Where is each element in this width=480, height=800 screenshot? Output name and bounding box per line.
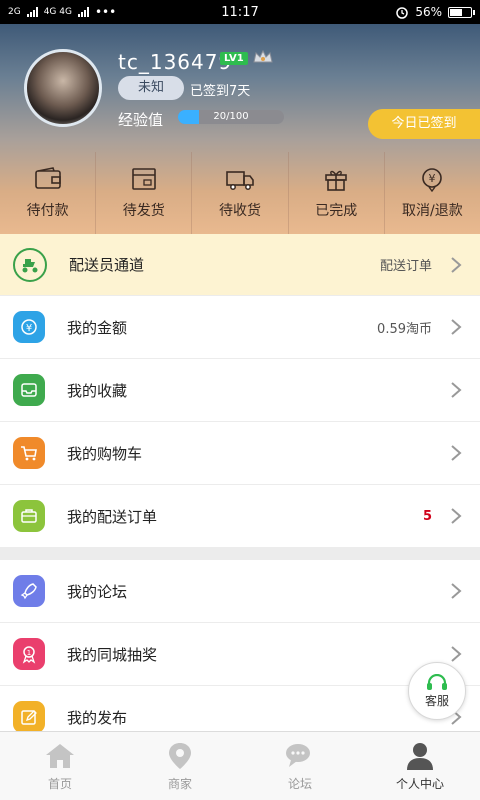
customer-service-button[interactable]: 客服 (408, 662, 466, 720)
tab-forum[interactable]: 论坛 (240, 732, 360, 800)
profile-header: tc_136479 LV1 未知 已签到7天 经验值 20/100 今日已签到 … (0, 24, 480, 234)
order-label: 待发货 (122, 203, 165, 219)
tab-label: 个人中心 (395, 776, 444, 791)
chevron-right-icon (451, 445, 462, 461)
chevron-right-icon (451, 583, 462, 599)
order-refund[interactable]: ¥ 取消/退款 (385, 152, 480, 234)
exp-progress-text: 20/100 (213, 111, 249, 122)
truck-icon (226, 171, 254, 190)
favorites-label: 我的收藏 (67, 381, 128, 400)
gender-badge: 未知 (118, 76, 184, 100)
posts-label: 我的发布 (67, 708, 128, 727)
order-label: 待收货 (219, 203, 261, 219)
rocket-icon (13, 575, 45, 607)
balance-label: 我的金额 (67, 318, 128, 337)
exp-progress-bar: 20/100 (178, 110, 284, 124)
chevron-right-icon (451, 319, 462, 335)
wallet-icon (34, 167, 61, 189)
order-label: 取消/退款 (402, 203, 463, 219)
delivery-orders-row[interactable]: 我的配送订单 5 (0, 485, 480, 548)
clock: 11:17 (221, 4, 259, 20)
order-label: 待付款 (26, 203, 69, 219)
favorites-row[interactable]: 我的收藏 (0, 359, 480, 422)
level-badge: LV1 (220, 52, 248, 65)
order-label: 已完成 (315, 203, 358, 219)
order-status-bar: 待付款 待发货 待收货 已完成 ¥ 取消/退款 (0, 152, 480, 234)
lottery-label: 我的同城抽奖 (67, 645, 158, 664)
courier-channel-label: 配送员通道 (69, 256, 145, 274)
package-icon (131, 168, 156, 190)
crown-icon (253, 49, 273, 63)
signed-days: 已签到7天 (190, 84, 251, 99)
coin-icon: ¥ (13, 311, 45, 343)
cart-row[interactable]: 我的购物车 (0, 422, 480, 485)
chevron-right-icon (451, 382, 462, 398)
chevron-right-icon (451, 256, 462, 273)
order-completed[interactable]: 已完成 (289, 152, 385, 234)
lottery-row[interactable]: 1 我的同城抽奖 (0, 623, 480, 686)
section-divider (0, 548, 480, 560)
forum-row[interactable]: 我的论坛 (0, 560, 480, 623)
screen: 2G 4G 4G ••• 11:17 56% tc_136479 LV1 未知 … (0, 0, 480, 800)
svg-text:¥: ¥ (26, 323, 32, 334)
balance-row[interactable]: ¥ 我的金额 0.59淘币 (0, 296, 480, 359)
gift-icon (325, 170, 348, 191)
inbox-icon (13, 374, 45, 406)
person-icon (407, 742, 433, 770)
svg-text:1: 1 (27, 649, 31, 657)
chat-icon (286, 743, 310, 767)
username: tc_136479 (118, 50, 233, 74)
home-icon (46, 743, 74, 768)
courier-orders-text: 配送订单 (379, 259, 432, 274)
signin-button[interactable]: 今日已签到 (368, 109, 480, 139)
delivery-orders-count: 5 (422, 508, 432, 524)
svg-text:¥: ¥ (429, 172, 436, 185)
medal-icon: 1 (13, 638, 45, 670)
exp-label: 经验值 (118, 111, 164, 129)
menu-list: 配送员通道 配送订单 ¥ 我的金额 0.59淘币 我的收藏 我的购物车 我的配送… (0, 234, 480, 749)
cart-icon (13, 437, 45, 469)
briefcase-icon (13, 500, 45, 532)
tab-label: 论坛 (287, 776, 312, 791)
bottom-tab-bar: 首页 商家 论坛 个人中心 (0, 731, 480, 800)
tab-merchants[interactable]: 商家 (120, 732, 240, 800)
order-pending-shipment[interactable]: 待发货 (96, 152, 193, 234)
refund-icon: ¥ (422, 168, 443, 192)
tab-profile[interactable]: 个人中心 (360, 732, 480, 800)
location-icon (169, 742, 191, 769)
status-bar: 2G 4G 4G ••• 11:17 56% (0, 0, 480, 24)
courier-channel-row[interactable]: 配送员通道 配送订单 (0, 234, 480, 296)
scooter-icon (13, 247, 47, 282)
avatar[interactable] (24, 49, 102, 127)
order-pending-payment[interactable]: 待付款 (0, 152, 97, 234)
balance-value: 0.59淘币 (377, 321, 432, 337)
chevron-right-icon (451, 646, 462, 662)
battery-icon (448, 6, 475, 18)
cart-label: 我的购物车 (67, 444, 143, 463)
delivery-orders-label: 我的配送订单 (67, 507, 158, 526)
order-pending-receipt[interactable]: 待收货 (192, 152, 289, 234)
tab-label: 商家 (167, 776, 192, 791)
tab-label: 首页 (47, 776, 72, 791)
forum-label: 我的论坛 (67, 582, 128, 601)
tab-home[interactable]: 首页 (0, 732, 120, 800)
headset-icon (427, 673, 447, 690)
chevron-right-icon (451, 508, 462, 524)
customer-service-label: 客服 (424, 693, 449, 708)
edit-icon (13, 701, 45, 733)
